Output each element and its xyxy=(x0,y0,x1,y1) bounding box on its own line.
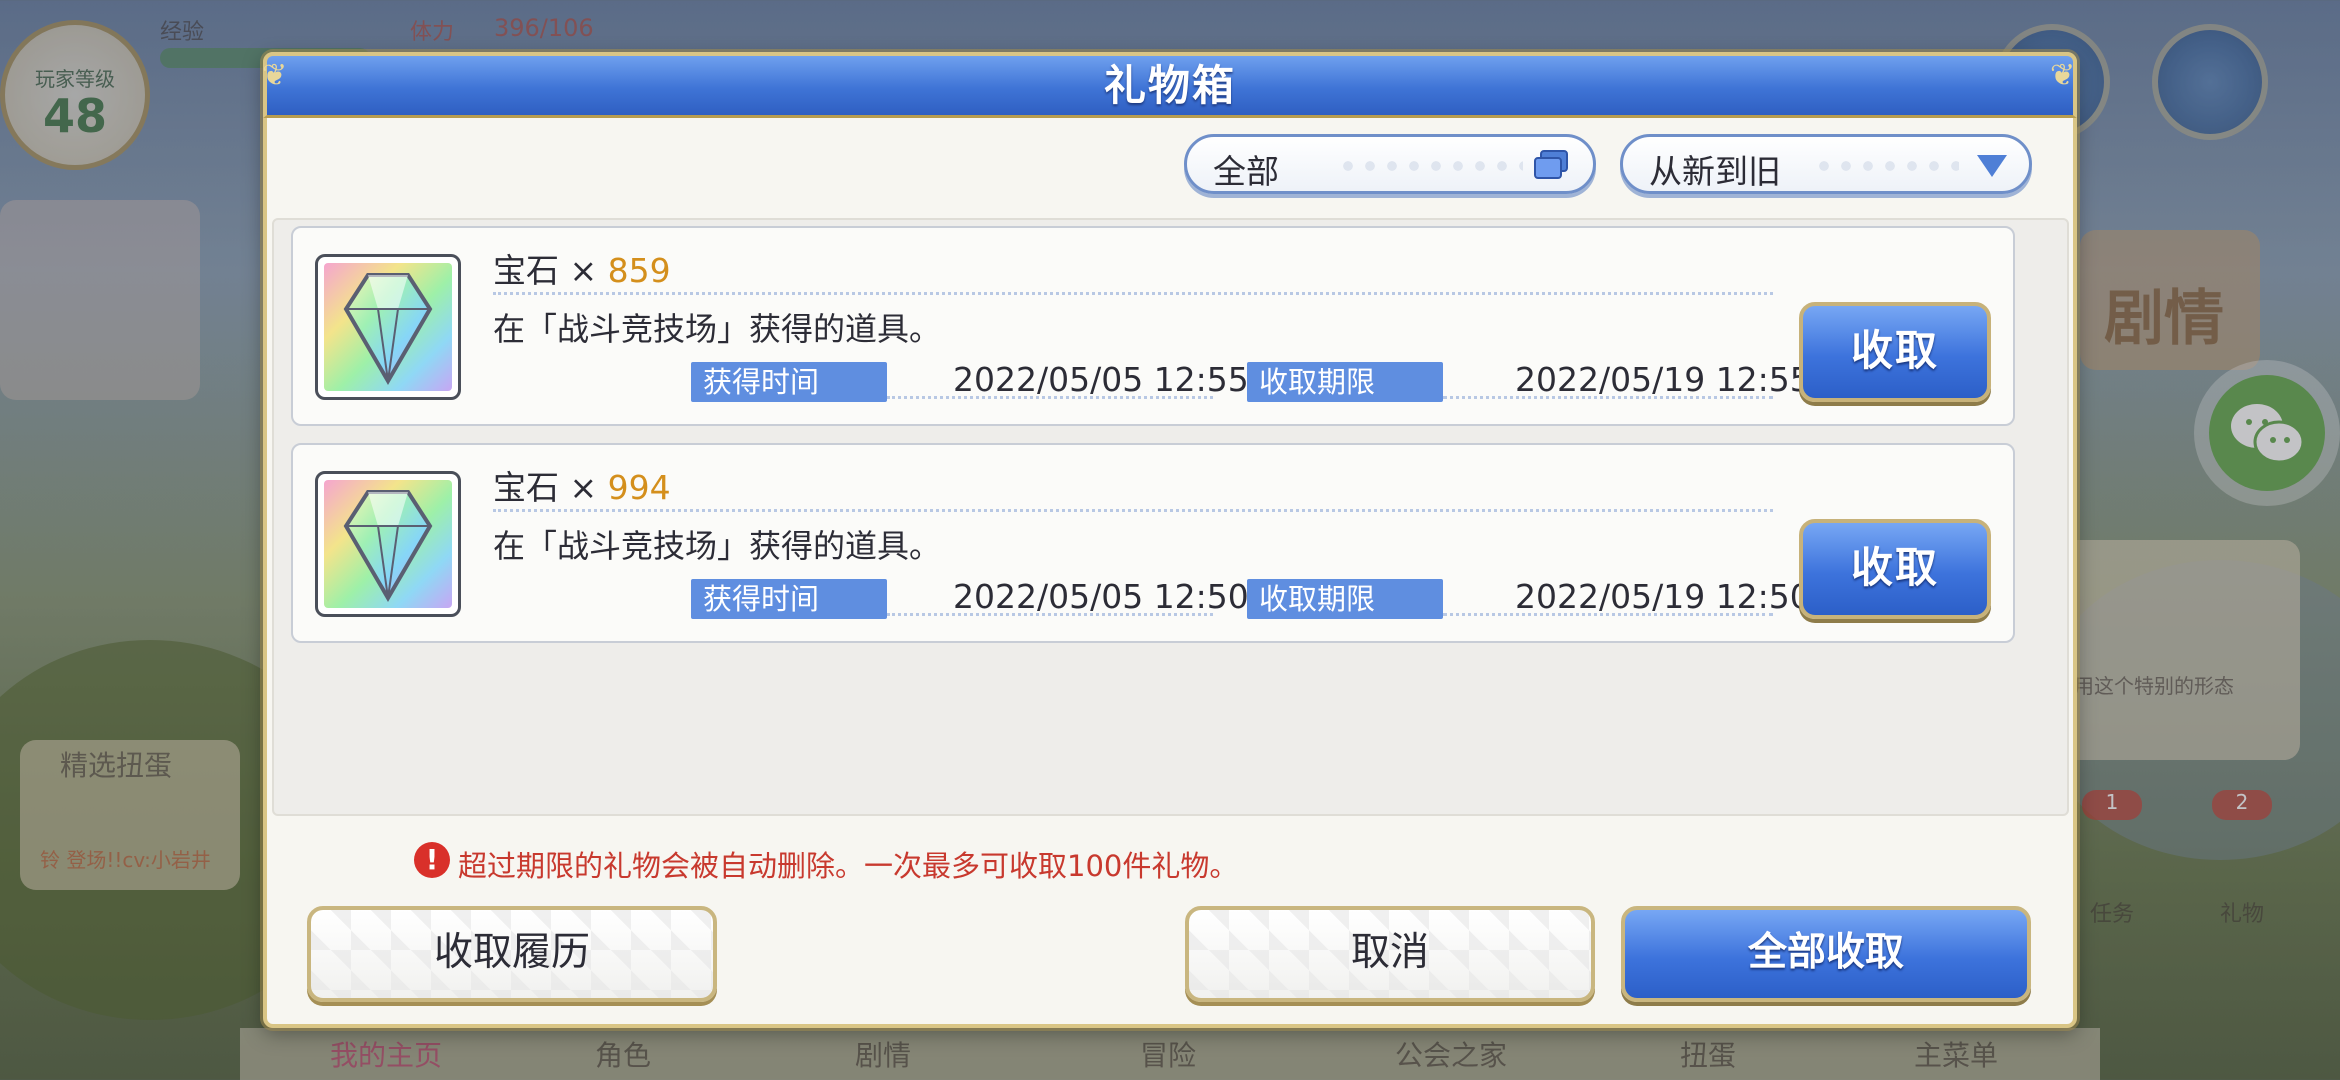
corner-ornament-right-icon: ❦ xyxy=(2050,58,2076,93)
cancel-button[interactable]: 取消 xyxy=(1185,906,1595,1002)
times-sign: × xyxy=(569,251,598,290)
dialog-titlebar: 礼物箱 xyxy=(263,52,2077,118)
received-time-tag: 获得时间 xyxy=(691,362,887,402)
warning-icon: ! xyxy=(414,842,450,878)
gem-icon xyxy=(324,263,452,391)
claim-all-button[interactable]: 全部收取 xyxy=(1621,906,2031,1002)
item-thumbnail xyxy=(315,254,461,400)
corner-ornament-left-icon: ❦ xyxy=(262,58,288,93)
window-stack-icon xyxy=(1533,149,1571,185)
triangle-down-icon xyxy=(1975,153,2009,183)
item-name: 宝石 xyxy=(493,468,559,507)
received-time: 2022/05/05 12:55 xyxy=(953,360,1249,399)
expire-time: 2022/05/19 12:55 xyxy=(1515,360,1811,399)
dropdown-pattern xyxy=(1813,155,1959,177)
filter-dropdown[interactable]: 全部 xyxy=(1184,134,1596,194)
received-time-tag: 获得时间 xyxy=(691,579,887,619)
claim-button[interactable]: 收取 xyxy=(1799,302,1991,402)
item-description: 在「战斗竞技场」获得的道具。 xyxy=(493,527,942,565)
gift-card: 宝石 × 859 在「战斗竞技场」获得的道具。 获得时间 2022/05/05 … xyxy=(291,226,2015,426)
claim-button[interactable]: 收取 xyxy=(1799,519,1991,619)
warning-text: 超过期限的礼物会被自动删除。一次最多可收取100件礼物。 xyxy=(458,849,1239,883)
claim-history-button[interactable]: 收取履历 xyxy=(307,906,717,1002)
expire-time-tag: 收取期限 xyxy=(1247,362,1443,402)
sort-dropdown-value: 从新到旧 xyxy=(1649,152,1781,191)
divider xyxy=(493,292,1773,295)
expire-time-tag: 收取期限 xyxy=(1247,579,1443,619)
item-name: 宝石 xyxy=(493,251,559,290)
expire-time: 2022/05/19 12:50 xyxy=(1515,577,1811,616)
filter-dropdown-value: 全部 xyxy=(1213,152,1279,191)
divider xyxy=(493,509,1773,512)
gem-icon xyxy=(324,480,452,608)
received-time: 2022/05/05 12:50 xyxy=(953,577,1249,616)
item-quantity: 859 xyxy=(607,251,671,290)
sort-dropdown[interactable]: 从新到旧 xyxy=(1620,134,2032,194)
dropdown-pattern xyxy=(1337,155,1523,177)
item-name-line: 宝石 × 994 xyxy=(493,461,671,509)
times-sign: × xyxy=(569,468,598,507)
item-quantity: 994 xyxy=(607,468,671,507)
item-description: 在「战斗竞技场」获得的道具。 xyxy=(493,310,942,348)
item-thumbnail xyxy=(315,471,461,617)
gift-card: 宝石 × 994 在「战斗竞技场」获得的道具。 获得时间 2022/05/05 … xyxy=(291,443,2015,643)
item-name-line: 宝石 × 859 xyxy=(493,244,671,292)
dialog-title: 礼物箱 xyxy=(1103,61,1236,110)
